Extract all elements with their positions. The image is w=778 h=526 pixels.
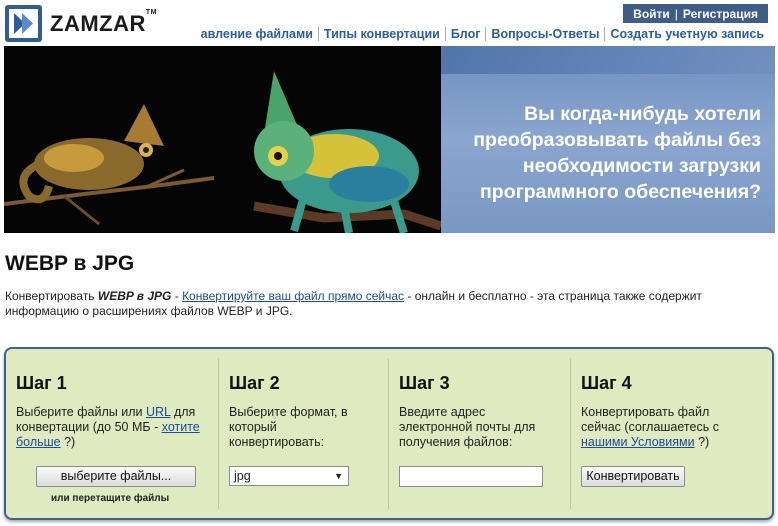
nav-faq[interactable]: Вопросы-Ответы bbox=[485, 27, 604, 41]
intro-format: WEBP в JPG bbox=[97, 289, 172, 303]
zamzar-logo[interactable]: ZAMZARTM bbox=[5, 5, 157, 42]
step-1-text-c: ?) bbox=[60, 435, 76, 449]
format-select[interactable]: jpg ▼ bbox=[229, 466, 349, 486]
step-4-text-b: ?) bbox=[694, 435, 710, 449]
terms-link[interactable]: нашими Условиями bbox=[581, 435, 695, 449]
page-title: WEBP в JPG bbox=[5, 252, 135, 275]
convert-button[interactable]: Конвертировать bbox=[581, 466, 685, 487]
nav-conversion-types[interactable]: Типы конвертации bbox=[317, 27, 445, 41]
register-link[interactable]: Регистрация bbox=[683, 7, 758, 21]
step-1-text: Выберите файлы или URL для конвертации (… bbox=[16, 405, 218, 450]
step-1-text-a: Выберите файлы или bbox=[16, 405, 146, 419]
step-3-text: Введите адрес электронной почты для полу… bbox=[399, 405, 536, 449]
logo-wordmark: ZAMZARTM bbox=[50, 8, 157, 36]
auth-bar: Войти | Регистрация bbox=[623, 4, 768, 23]
conversion-steps: Шаг 1 Выберите файлы или URL для конверт… bbox=[4, 347, 774, 520]
step-3: Шаг 3 Введите адрес электронной почты дл… bbox=[388, 359, 570, 509]
step-4-title: Шаг 4 bbox=[581, 373, 632, 393]
nav-blog[interactable]: Блог bbox=[444, 27, 486, 41]
step-4-text: Конвертировать файл сейчас (соглашаетесь… bbox=[581, 405, 741, 450]
step-2-title: Шаг 2 bbox=[229, 373, 280, 393]
login-link[interactable]: Войти bbox=[633, 7, 670, 21]
format-select-value: jpg bbox=[234, 469, 251, 483]
url-link[interactable]: URL bbox=[146, 405, 171, 419]
step-3-title: Шаг 3 bbox=[399, 373, 450, 393]
choose-files-button[interactable]: выберите файлы... bbox=[36, 466, 196, 487]
zamzar-logo-icon bbox=[5, 5, 42, 42]
step-2-text: Выберите формат, в который конвертироват… bbox=[229, 405, 348, 449]
intro-prefix: Конвертировать bbox=[5, 289, 98, 303]
step-2: Шаг 2 Выберите формат, в который конверт… bbox=[218, 359, 388, 509]
banner-headline: Вы когда-нибудь хотели преобразовывать ф… bbox=[473, 103, 761, 203]
main-nav: авление файлами Типы конвертации Блог Во… bbox=[196, 27, 769, 41]
chevron-down-icon: ▼ bbox=[334, 471, 343, 481]
email-field[interactable] bbox=[399, 466, 543, 487]
step-1-title: Шаг 1 bbox=[16, 373, 67, 393]
step-4-text-a: Конвертировать файл сейчас (соглашаетесь… bbox=[581, 405, 719, 434]
drag-drop-hint: или перетащите файлы bbox=[51, 493, 170, 504]
convert-now-link[interactable]: Конвертируйте ваш файл прямо сейчас bbox=[182, 289, 404, 303]
nav-file-manager[interactable]: авление файлами bbox=[196, 27, 318, 41]
chameleon-photo bbox=[4, 46, 443, 233]
auth-separator: | bbox=[674, 6, 678, 21]
step-1: Шаг 1 Выберите файлы или URL для конверт… bbox=[16, 359, 218, 509]
intro-dash: - bbox=[171, 289, 183, 303]
step-4: Шаг 4 Конвертировать файл сейчас (соглаш… bbox=[570, 359, 766, 509]
nav-create-account[interactable]: Создать учетную запись bbox=[604, 27, 769, 41]
intro-text: Конвертировать WEBP в JPG - Конвертируйт… bbox=[5, 289, 765, 319]
hero-banner: Вы когда-нибудь хотели преобразовывать ф… bbox=[4, 46, 775, 233]
